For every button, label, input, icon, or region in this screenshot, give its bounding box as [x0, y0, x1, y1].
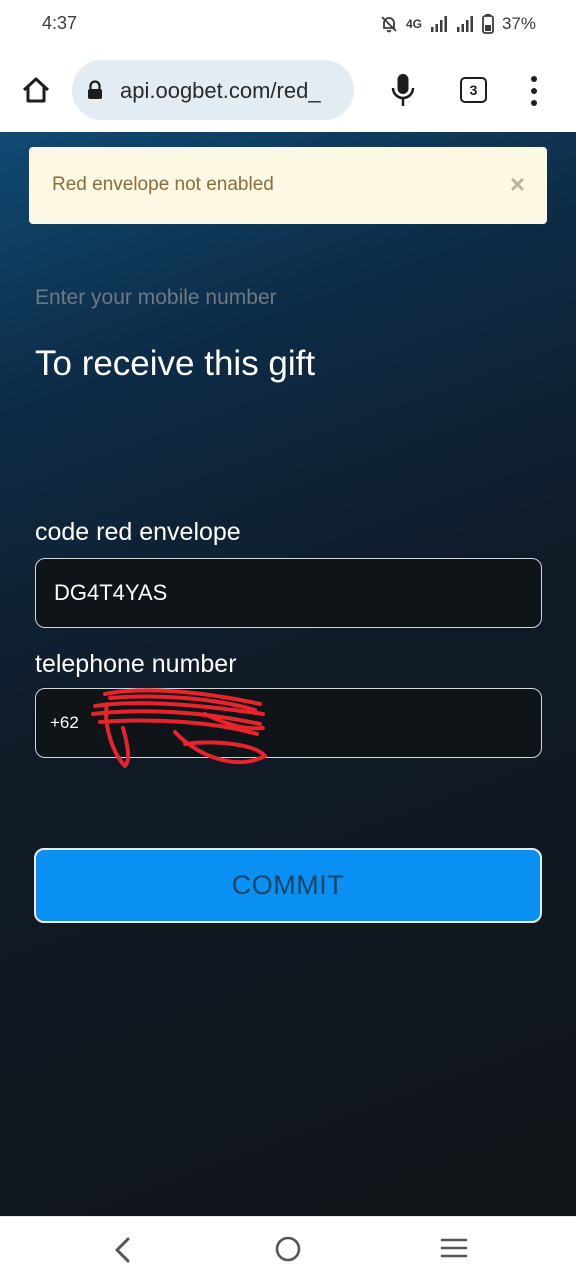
web-page: Red envelope not enabled × Enter your mo… [0, 132, 576, 1216]
url-text: api.oogbet.com/red_ [120, 78, 321, 103]
battery-icon [482, 14, 494, 34]
browser-toolbar: api.oogbet.com/red_ 3 [0, 48, 576, 132]
tabs-button[interactable]: 3 [460, 77, 487, 103]
status-bar: 4:37 4G 37% [0, 0, 576, 48]
home-icon [22, 77, 50, 103]
code-input[interactable] [35, 558, 542, 628]
hint-text: Enter your mobile number [35, 286, 277, 309]
phone-label: telephone number [35, 650, 237, 678]
lock-icon [88, 80, 102, 99]
menu-dot [531, 100, 537, 106]
signal-icon [430, 16, 447, 32]
more-vert-icon[interactable] [524, 76, 544, 106]
code-label: code red envelope [35, 518, 241, 546]
mic-icon [391, 74, 415, 106]
system-nav-bar [0, 1216, 576, 1280]
signal-icon-2 [456, 16, 473, 32]
home-circle-icon[interactable] [274, 1235, 302, 1263]
commit-button[interactable]: COMMIT [34, 848, 542, 923]
warning-alert: Red envelope not enabled × [29, 147, 547, 224]
home-button[interactable] [18, 72, 54, 108]
page-title: To receive this gift [35, 344, 316, 383]
network-label: 4G [405, 17, 422, 31]
back-icon[interactable] [108, 1235, 138, 1265]
voice-search-button[interactable] [388, 70, 418, 110]
redaction-scribble [91, 688, 267, 768]
recent-apps-icon[interactable] [440, 1237, 468, 1261]
status-icons: 4G 37% [380, 13, 536, 35]
bell-off-icon [381, 16, 397, 33]
tab-count: 3 [469, 82, 478, 98]
menu-dot [531, 76, 537, 82]
status-time: 4:37 [42, 13, 78, 33]
alert-message: Red envelope not enabled [52, 174, 274, 195]
address-bar[interactable]: api.oogbet.com/red_ [72, 60, 354, 120]
menu-dot [531, 88, 537, 94]
close-icon[interactable]: × [510, 171, 525, 197]
battery-percent: 37% [501, 14, 536, 33]
